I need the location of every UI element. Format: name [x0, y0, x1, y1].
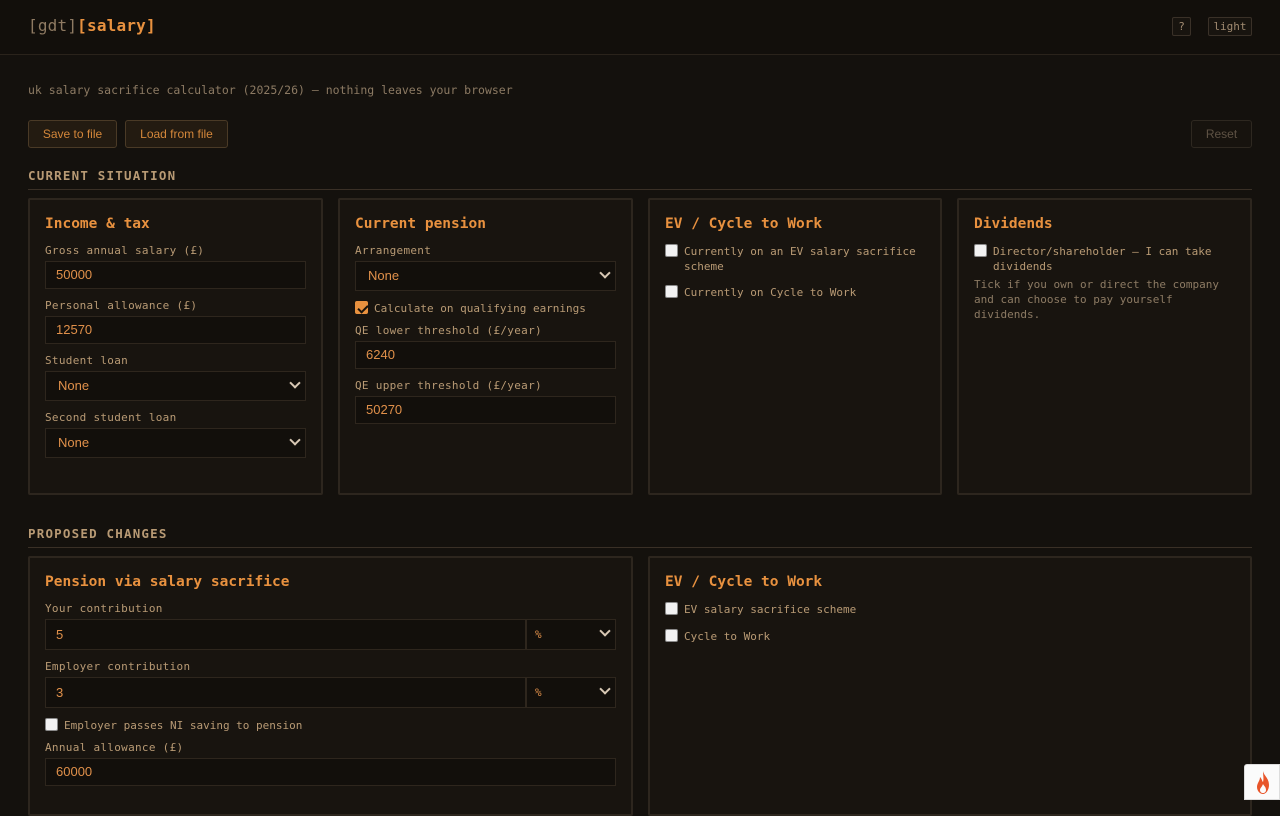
dividends-card: Dividends Director/shareholder — I can t… [957, 198, 1252, 495]
annual-allowance-input[interactable]: 60000 [45, 758, 616, 786]
current-ev-checkbox[interactable] [665, 244, 678, 257]
current-cycle-checkbox[interactable] [665, 285, 678, 298]
arrangement-label: Arrangement [355, 244, 432, 257]
qualifying-earnings-label: Calculate on qualifying earnings [374, 302, 586, 315]
personal-allowance-input[interactable]: 12570 [45, 316, 306, 344]
card-title: Dividends [974, 216, 1053, 232]
second-student-loan-label: Second student loan [45, 411, 177, 424]
director-label: Director/shareholder — I can take divide… [993, 245, 1212, 273]
current-pension-card: Current pension Arrangement None Calcula… [338, 198, 633, 495]
student-loan-select[interactable]: None [45, 371, 306, 401]
flame-widget-button[interactable] [1244, 764, 1280, 800]
theme-toggle-button[interactable]: light [1208, 17, 1252, 36]
proposed-ev-label: EV salary sacrifice scheme [684, 603, 857, 616]
employer-contribution-input[interactable]: 3 [45, 677, 526, 708]
card-title: Current pension [355, 216, 486, 232]
chevron-down-icon [599, 683, 611, 695]
current-ev-label: Currently on an EV salary sacrifice sche… [684, 245, 916, 273]
gross-salary-label: Gross annual salary (£) [45, 244, 205, 257]
qe-lower-input[interactable]: 6240 [355, 341, 616, 369]
employer-contribution-unit-select[interactable]: % [526, 677, 616, 708]
brand-name: [salary] [77, 16, 156, 35]
your-contribution-unit-select[interactable]: % [526, 619, 616, 650]
director-checkbox[interactable] [974, 244, 987, 257]
unit-value: % [535, 628, 542, 641]
ni-saving-label: Employer passes NI saving to pension [64, 719, 303, 732]
brand-logo[interactable]: [gdt][salary] [28, 16, 156, 35]
gross-salary-input[interactable]: 50000 [45, 261, 306, 289]
chevron-down-icon [599, 267, 611, 279]
proposed-cycle-checkbox[interactable] [665, 629, 678, 642]
employer-contribution-group: 3 % [45, 677, 616, 708]
student-loan-label: Student loan [45, 354, 129, 367]
brand-prefix: [gdt] [28, 16, 78, 35]
card-title: EV / Cycle to Work [665, 574, 823, 590]
your-contribution-input[interactable]: 5 [45, 619, 526, 650]
current-ev-cycle-card: EV / Cycle to Work Currently on an EV sa… [648, 198, 942, 495]
personal-allowance-label: Personal allowance (£) [45, 299, 198, 312]
chevron-down-icon [289, 377, 301, 389]
card-title: EV / Cycle to Work [665, 216, 823, 232]
proposed-ev-cycle-card: EV / Cycle to Work EV salary sacrifice s… [648, 556, 1252, 816]
dividends-hint: Tick if you own or direct the company an… [974, 278, 1220, 321]
proposed-changes-heading: PROPOSED CHANGES [28, 526, 1252, 548]
qualifying-earnings-checkbox[interactable] [355, 301, 368, 314]
qe-upper-label: QE upper threshold (£/year) [355, 379, 542, 392]
qe-upper-input[interactable]: 50270 [355, 396, 616, 424]
flame-icon [1257, 771, 1269, 794]
current-ev-row: Currently on an EV salary sacrifice sche… [665, 244, 925, 274]
director-row: Director/shareholder — I can take divide… [974, 244, 1235, 274]
employer-contribution-label: Employer contribution [45, 660, 191, 673]
qualifying-earnings-row: Calculate on qualifying earnings [355, 301, 616, 316]
current-situation-heading: CURRENT SITUATION [28, 168, 1252, 190]
arrangement-value: None [368, 268, 400, 283]
your-contribution-group: 5 % [45, 619, 616, 650]
chevron-down-icon [599, 625, 611, 637]
qe-lower-label: QE lower threshold (£/year) [355, 324, 542, 337]
chevron-down-icon [289, 434, 301, 446]
load-from-file-button[interactable]: Load from file [125, 120, 228, 148]
ni-saving-row: Employer passes NI saving to pension [45, 718, 616, 733]
current-cycle-label: Currently on Cycle to Work [684, 286, 857, 299]
second-student-loan-value: None [58, 435, 90, 450]
your-contribution-label: Your contribution [45, 602, 163, 615]
unit-value: % [535, 686, 542, 699]
card-title: Pension via salary sacrifice [45, 574, 290, 590]
second-student-loan-select[interactable]: None [45, 428, 306, 458]
arrangement-select[interactable]: None [355, 261, 616, 291]
help-button[interactable]: ? [1172, 17, 1191, 36]
card-title: Income & tax [45, 216, 150, 232]
current-cycle-row: Currently on Cycle to Work [665, 285, 925, 300]
proposed-cycle-label: Cycle to Work [684, 630, 771, 643]
student-loan-value: None [58, 378, 90, 393]
save-to-file-button[interactable]: Save to file [28, 120, 117, 148]
pension-sacrifice-card: Pension via salary sacrifice Your contri… [28, 556, 633, 816]
proposed-ev-checkbox[interactable] [665, 602, 678, 615]
income-tax-card: Income & tax Gross annual salary (£) 500… [28, 198, 323, 495]
ni-saving-checkbox[interactable] [45, 718, 58, 731]
tagline: uk salary sacrifice calculator (2025/26)… [28, 83, 513, 97]
annual-allowance-label: Annual allowance (£) [45, 741, 184, 754]
app-header: [gdt][salary] ? light [0, 0, 1280, 55]
reset-button[interactable]: Reset [1191, 120, 1252, 148]
proposed-ev-row: EV salary sacrifice scheme [665, 602, 1235, 617]
proposed-cycle-row: Cycle to Work [665, 629, 1235, 644]
